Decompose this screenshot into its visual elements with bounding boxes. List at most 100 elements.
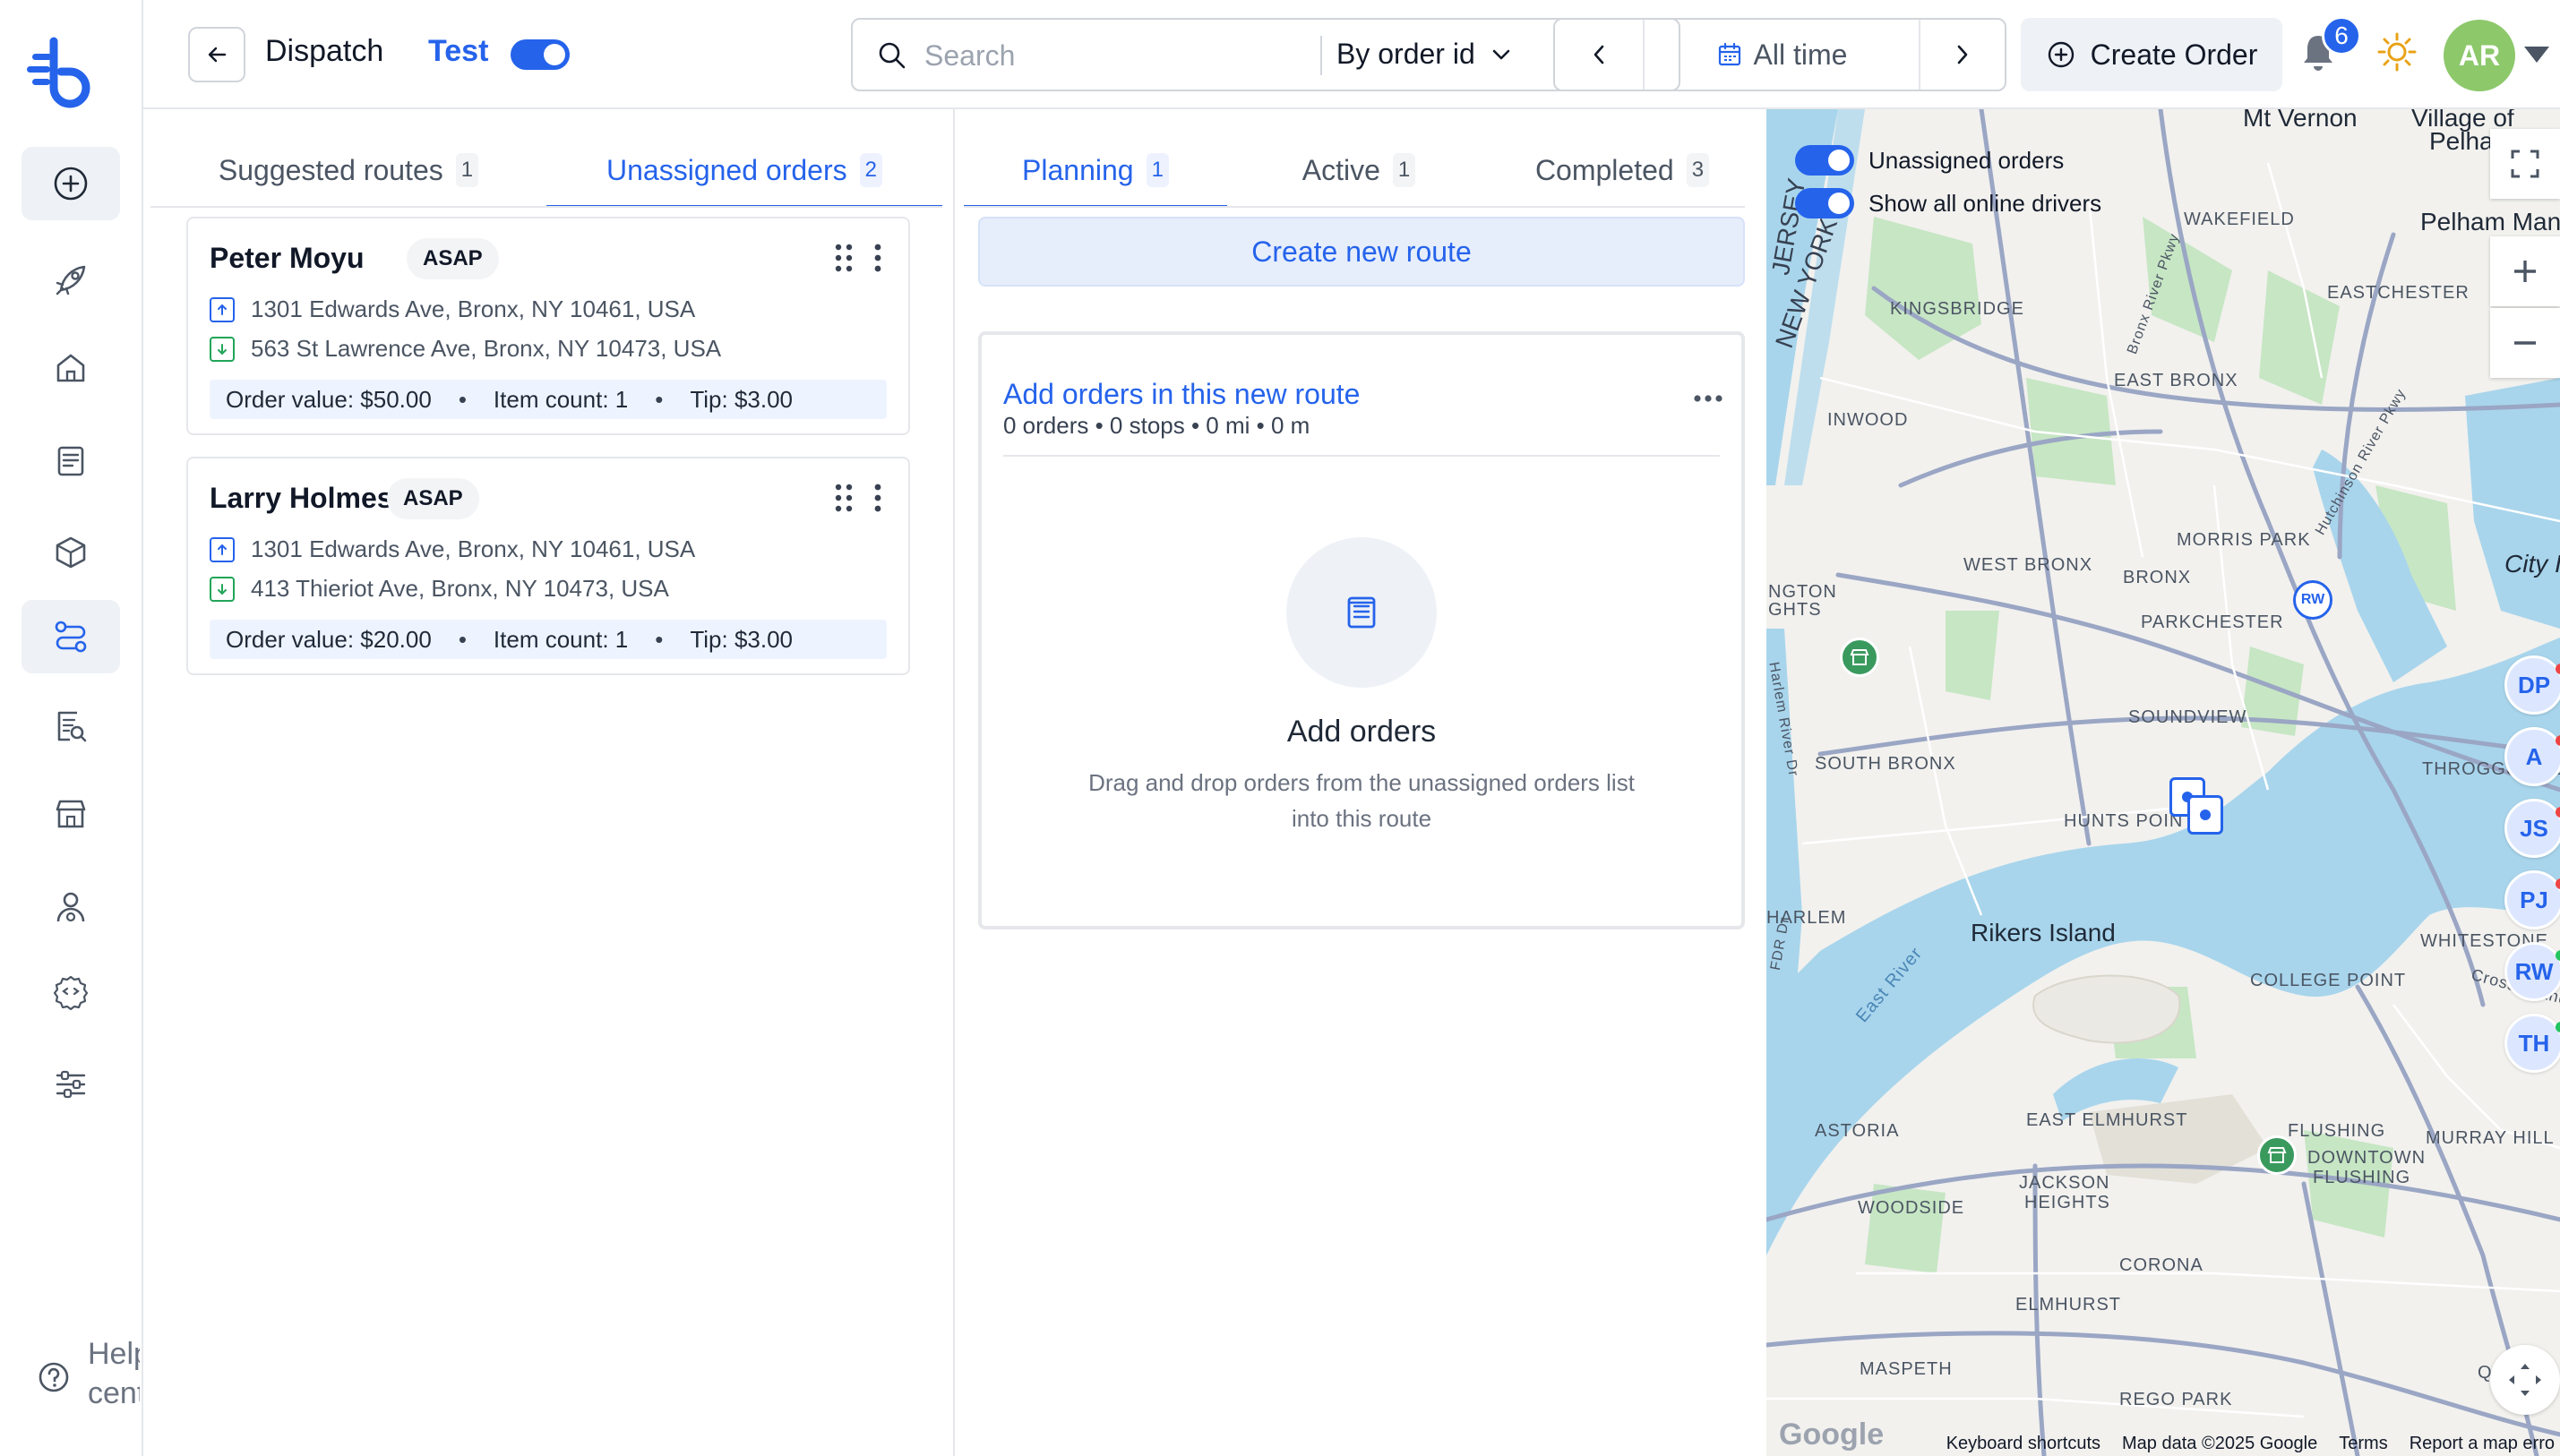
tab-count: 3 [1686,153,1710,187]
create-route-button[interactable]: Create new route [978,217,1745,287]
create-order-button[interactable]: Create Order [2021,18,2282,91]
date-next-button[interactable] [1919,20,2005,90]
terms-link[interactable]: Terms [2339,1434,2387,1454]
keyboard-shortcuts-link[interactable]: Keyboard shortcuts [1946,1434,2100,1454]
driver-status-dot [2556,807,2560,818]
pickup-address-row: 1301 Edwards Ave, Bronx, NY 10461, USA [210,295,695,323]
help-center-link[interactable]: Help center [36,1334,140,1420]
test-mode-label: Test [428,34,489,68]
order-card[interactable]: Larry Holmes ASAP 1301 Edwards Ave, Bron… [186,457,910,675]
dropoff-address-row: 413 Thieriot Ave, Bronx, NY 10473, USA [210,575,669,603]
order-map-pin[interactable] [2187,795,2223,835]
tab-completed[interactable]: Completed 3 [1490,133,1754,208]
driver-icon[interactable] [21,870,120,944]
driver-status-dot [2556,664,2560,674]
route-divider [1003,455,1720,457]
order-card[interactable]: Peter Moyu ASAP 1301 Edwards Ave, Bronx,… [186,217,910,435]
search-filter-select[interactable]: By order id [1336,38,1511,71]
filters-icon[interactable] [21,1048,120,1121]
more-vertical-icon[interactable] [872,482,883,514]
map-view[interactable]: Mt Vernon Village of Pelham Pelham Manor… [1766,109,2560,1456]
tabs-divider [150,206,942,208]
map-label: ASTORIA [1815,1121,1900,1141]
driver-initials: PJ [2520,886,2548,913]
map-canvas[interactable] [1766,109,2560,1456]
map-label: FLUSHING [2288,1121,2386,1141]
zoom-out-button[interactable] [2490,308,2560,378]
orders-list-icon[interactable] [21,424,120,498]
tab-active[interactable]: Active 1 [1227,133,1490,208]
order-value: Order value: $50.00 [226,385,432,413]
layer-toggle-label: Unassigned orders [1868,146,2065,174]
add-circle-icon [2048,41,2074,68]
driver-initials: A [2525,742,2543,770]
tab-count: 1 [1146,153,1169,187]
map-label: ELMHURST [2015,1295,2122,1315]
caret-down-icon[interactable] [2524,47,2549,63]
store-map-pin[interactable] [1840,638,1879,677]
drag-handle-icon[interactable] [833,242,855,274]
dropoff-address: 563 St Lawrence Ave, Bronx, NY 10473, US… [251,335,722,362]
sun-icon [2377,32,2417,72]
driver-avatar[interactable]: JS [2504,799,2560,858]
report-map-error-link[interactable]: Report a map erro [2410,1434,2555,1454]
more-horizontal-icon[interactable] [1693,394,1723,403]
date-range-picker: All time [1553,18,2006,91]
tab-planning[interactable]: Planning 1 [964,133,1227,208]
map-pan-control[interactable] [2490,1345,2560,1415]
online-drivers-layer-toggle[interactable]: Show all online drivers [1795,188,2101,218]
map-label: WOODSIDE [1858,1198,1965,1218]
tip-amount: Tip: $3.00 [690,385,794,413]
map-data-label: Map data ©2025 Google [2122,1433,2318,1453]
layer-toggle-switch[interactable] [1795,145,1854,176]
test-mode-toggle[interactable] [511,39,570,70]
driver-avatar[interactable]: RW [2504,942,2560,1001]
fullscreen-button[interactable] [2490,129,2560,199]
driver-avatar[interactable]: DP [2504,655,2560,715]
route-icon[interactable] [21,600,120,673]
arrow-left-icon [208,47,227,63]
zoom-in-button[interactable] [2490,236,2560,306]
dropoff-address: 413 Thieriot Ave, Bronx, NY 10473, USA [251,575,669,602]
tab-suggested-routes[interactable]: Suggested routes 1 [150,133,546,208]
map-label: MASPETH [1860,1359,1953,1379]
map-label: City I [2504,550,2560,578]
theme-toggle-button[interactable] [2375,30,2418,78]
map-label: Pelham Manor [2420,208,2560,236]
driver-initials: JS [2520,814,2548,842]
driver-map-pin[interactable]: RW [2293,580,2332,620]
store-map-pin[interactable] [2257,1135,2297,1175]
plus-icon [2514,261,2536,282]
unassigned-orders-layer-toggle[interactable]: Unassigned orders [1795,145,2064,176]
map-label: PARKCHESTER [2141,612,2284,632]
more-vertical-icon[interactable] [872,242,883,274]
report-search-icon[interactable] [21,689,120,763]
search-input[interactable] [924,34,1301,77]
date-range-select[interactable]: All time [1645,20,1919,90]
driver-avatar[interactable]: PJ [2504,870,2560,929]
order-meta-bar: Order value: $50.00 • Item count: 1 • Ti… [210,380,887,419]
layer-toggle-switch[interactable] [1795,188,1854,218]
store-icon[interactable] [21,777,120,851]
driver-avatar[interactable]: A [2504,727,2560,786]
search-divider [1320,36,1322,75]
map-label: CORONA [2119,1255,2203,1275]
rocket-icon[interactable] [21,244,120,317]
user-avatar[interactable]: AR [2444,20,2515,91]
map-label: EASTCHESTER [2327,283,2470,303]
developer-settings-icon[interactable] [21,955,120,1028]
app-logo-icon[interactable] [23,30,104,111]
empty-state-title: Add orders [1286,715,1437,749]
pickup-address: 1301 Edwards Ave, Bronx, NY 10461, USA [251,535,696,562]
add-circle-icon[interactable] [21,147,120,220]
tab-unassigned-orders[interactable]: Unassigned orders 2 [546,133,942,208]
home-icon[interactable] [21,331,120,405]
tab-count: 1 [1392,153,1416,187]
map-label: SOUTH BRONX [1815,754,1956,774]
route-title[interactable]: Add orders in this new route [1003,378,1360,411]
package-icon[interactable] [21,516,120,589]
driver-avatar[interactable]: TH [2504,1014,2560,1073]
drag-handle-icon[interactable] [833,482,855,514]
date-prev-button[interactable] [1555,20,1645,90]
back-button[interactable] [188,27,245,82]
